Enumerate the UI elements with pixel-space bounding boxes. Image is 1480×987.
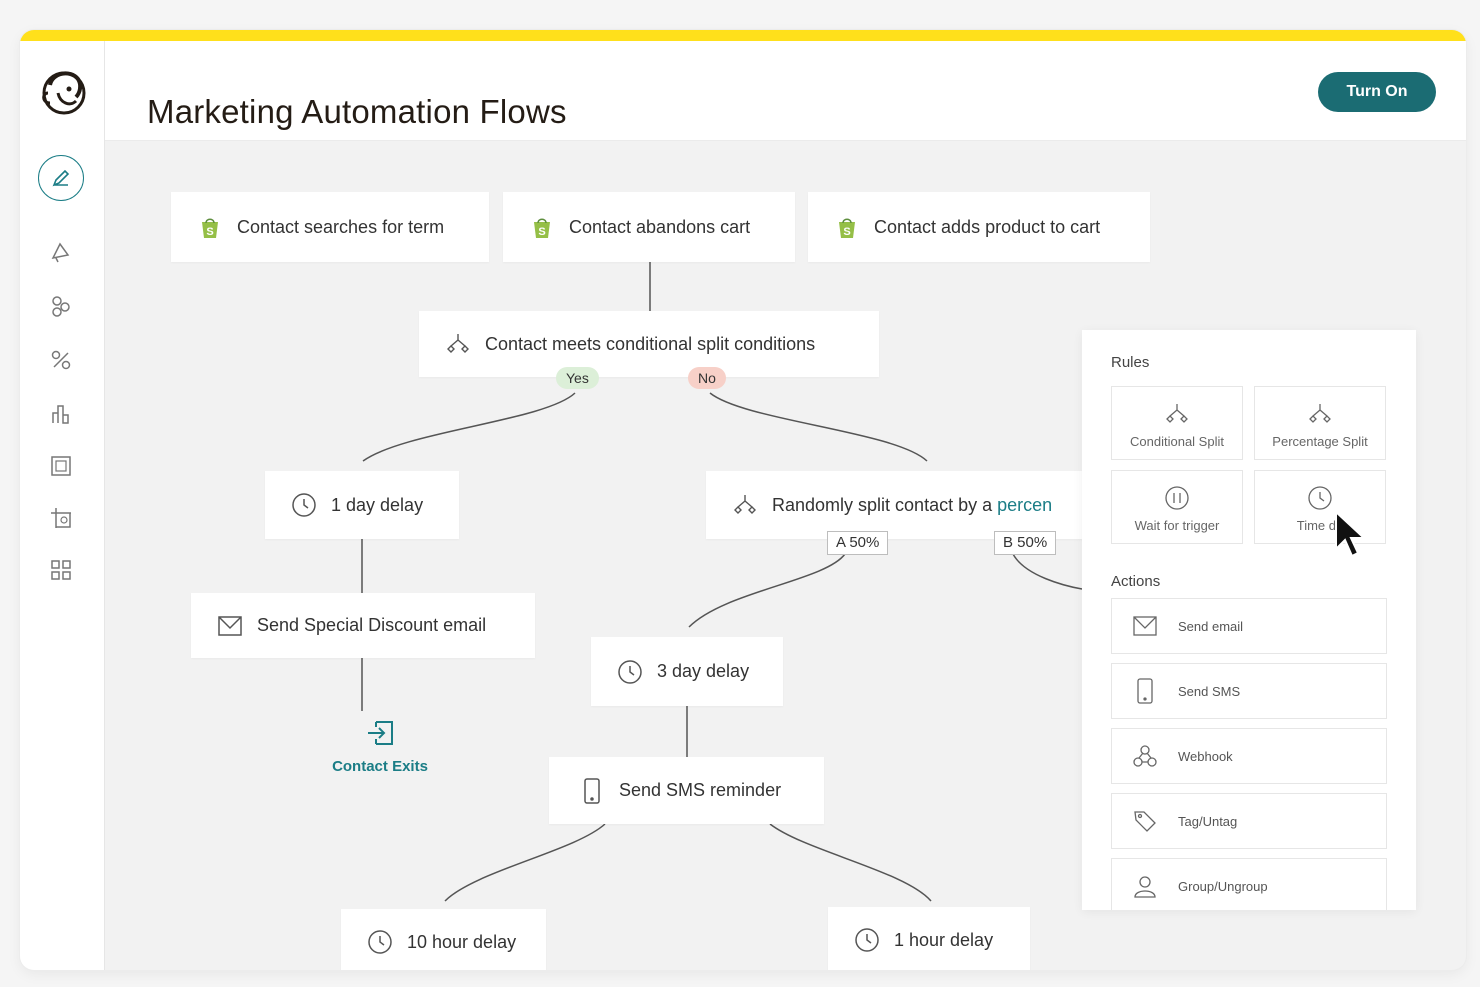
sidebar [20, 41, 105, 970]
trigger-label: Contact abandons cart [569, 216, 751, 237]
rule-label: Wait for trigger [1134, 518, 1220, 533]
split-b-badge: B 50% [994, 531, 1057, 555]
trigger-node[interactable]: S Contact abandons cart [503, 192, 795, 262]
clock-icon [291, 492, 317, 518]
steps-panel: Rules Conditional Split Percentage Split… [1082, 330, 1416, 910]
clock-icon [617, 659, 643, 685]
action-label: Send email [1178, 618, 1244, 634]
email-icon [217, 613, 243, 639]
action-tag-untag[interactable]: Tag/Untag [1111, 793, 1387, 849]
phone-icon [1137, 678, 1153, 704]
exit-icon [368, 721, 393, 745]
yes-badge: Yes [556, 367, 599, 389]
integrations-icon[interactable] [48, 557, 74, 583]
random-split-node[interactable]: Randomly split contact by a percen [706, 471, 1106, 539]
sms-label: Send SMS reminder [619, 780, 782, 800]
action-group-ungroup[interactable]: Group/Ungroup [1111, 858, 1387, 910]
no-badge: No [688, 367, 726, 389]
turn-on-button[interactable]: Turn On [1318, 72, 1436, 112]
email-label: Send Special Discount email [257, 615, 487, 635]
percentage-link[interactable]: percen [997, 495, 1052, 516]
contact-exit: Contact Exits [305, 719, 455, 775]
group-icon [1134, 876, 1156, 898]
delay-node[interactable]: 1 day delay [265, 471, 459, 539]
clock-icon [367, 929, 393, 955]
webhook-icon [1133, 745, 1157, 767]
tag-icon [1134, 811, 1156, 832]
audience-icon[interactable] [48, 293, 74, 319]
website-icon[interactable] [48, 453, 74, 479]
content-icon[interactable] [48, 505, 74, 531]
shopify-icon: S [197, 214, 223, 240]
split-icon [445, 331, 471, 357]
clock-icon [854, 927, 880, 953]
pause-icon [1165, 486, 1189, 510]
rule-conditional-split[interactable]: Conditional Split [1111, 386, 1243, 460]
random-split-label: Randomly split contact by a [772, 494, 998, 515]
split-icon [1309, 404, 1331, 423]
split-a-badge: A 50% [827, 531, 889, 555]
svg-text:S: S [843, 226, 850, 238]
svg-text:S: S [538, 226, 545, 238]
delay-label: 1 hour delay [894, 929, 994, 950]
delay-node[interactable]: 10 hour delay [341, 909, 546, 970]
mailchimp-logo[interactable] [36, 63, 92, 119]
clock-icon [1308, 486, 1332, 510]
svg-text:S: S [206, 226, 213, 238]
campaign-icon[interactable] [48, 239, 74, 265]
email-icon [1133, 616, 1157, 636]
rule-label: Percentage Split [1272, 434, 1368, 449]
delay-label: 10 hour delay [407, 931, 517, 952]
send-email-node[interactable]: Send Special Discount email [191, 593, 535, 658]
trigger-label: Contact adds product to cart [874, 216, 1101, 237]
delay-node[interactable]: 3 day delay [591, 637, 783, 706]
exit-label: Contact Exits [332, 758, 428, 775]
send-sms-node[interactable]: Send SMS reminder [549, 757, 824, 824]
accent-bar [20, 30, 1466, 41]
trigger-node[interactable]: S Contact searches for term [171, 192, 489, 262]
conditional-split-node[interactable]: Contact meets conditional split conditio… [419, 311, 879, 377]
actions-heading: Actions [1111, 573, 1161, 590]
action-label: Webhook [1178, 748, 1233, 764]
edit-icon[interactable] [38, 155, 84, 201]
automation-icon[interactable] [48, 347, 74, 373]
action-label: Tag/Untag [1178, 813, 1238, 829]
rule-wait-for-trigger[interactable]: Wait for trigger [1111, 470, 1243, 544]
trigger-node[interactable]: S Contact adds product to cart [808, 192, 1150, 262]
action-webhook[interactable]: Webhook [1111, 728, 1387, 784]
analytics-icon[interactable] [48, 401, 74, 427]
trigger-label: Contact searches for term [237, 216, 445, 237]
page-header: Marketing Automation Flows Turn On [105, 41, 1466, 141]
split-icon [1166, 404, 1188, 423]
action-send-email[interactable]: Send email [1111, 598, 1387, 654]
rule-percentage-split[interactable]: Percentage Split [1254, 386, 1386, 460]
action-send-sms[interactable]: Send SMS [1111, 663, 1387, 719]
split-icon [732, 492, 758, 518]
rules-heading: Rules [1111, 354, 1150, 371]
split-label: Contact meets conditional split conditio… [485, 333, 816, 354]
rule-label: Conditional Split [1130, 434, 1224, 449]
delay-label: 3 day delay [657, 661, 750, 681]
shopify-icon: S [529, 214, 555, 240]
shopify-icon: S [834, 214, 860, 240]
action-label: Send SMS [1178, 683, 1241, 699]
phone-icon [579, 777, 605, 804]
page-title: Marketing Automation Flows [147, 93, 567, 131]
delay-label: 1 day delay [331, 494, 424, 515]
action-label: Group/Ungroup [1178, 878, 1268, 894]
app-window: Marketing Automation Flows Turn On S Con… [20, 30, 1466, 970]
mouse-cursor-icon [1335, 509, 1367, 558]
delay-node[interactable]: 1 hour delay [828, 907, 1030, 970]
